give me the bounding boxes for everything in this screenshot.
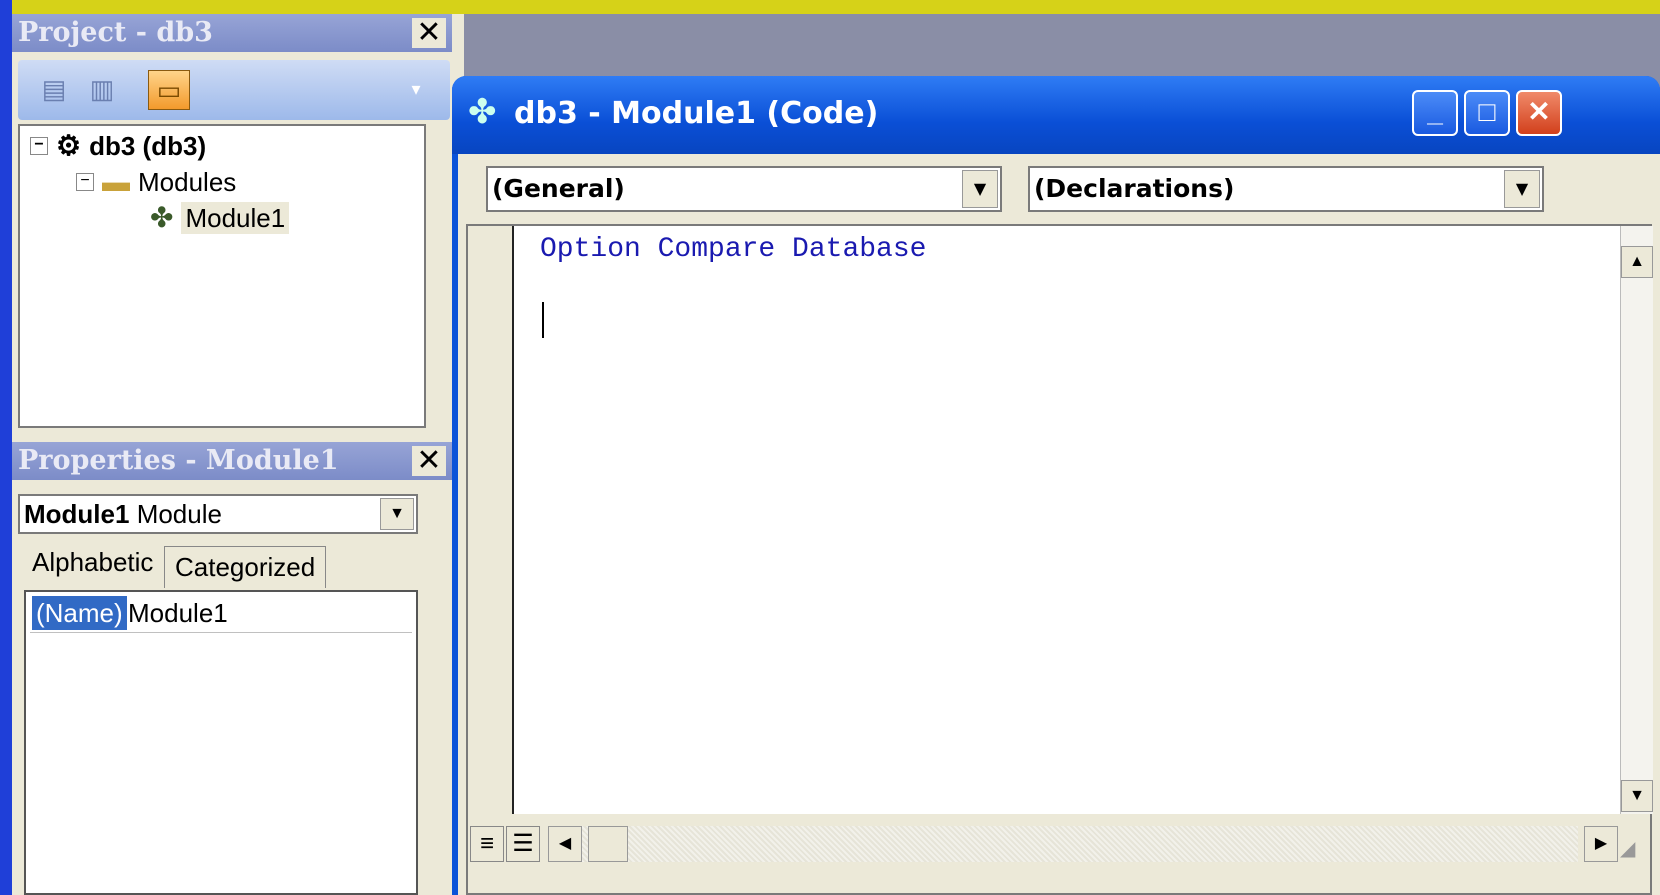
properties-grid: (Name) Module1 bbox=[24, 590, 418, 895]
view-code-button[interactable]: ▤ bbox=[34, 70, 74, 108]
property-value[interactable]: Module1 bbox=[124, 596, 228, 630]
tab-categorized[interactable]: Categorized bbox=[164, 546, 327, 588]
properties-panel-title: Properties - Module1 ✕ bbox=[12, 442, 452, 480]
properties-panel-title-text: Properties - Module1 bbox=[18, 445, 339, 476]
view-object-button[interactable]: ▥ bbox=[82, 70, 122, 108]
scroll-up-icon[interactable]: ▲ bbox=[1621, 246, 1653, 278]
tab-alphabetic[interactable]: Alphabetic bbox=[22, 542, 164, 588]
tree-node-modules[interactable]: − ▬ Modules bbox=[76, 166, 236, 198]
procedure-select-value: (Declarations) bbox=[1034, 174, 1235, 203]
tree-node-project[interactable]: − ⚙ db3 (db3) bbox=[30, 130, 206, 162]
chevron-down-icon[interactable]: ▼ bbox=[962, 170, 998, 208]
object-type: Module bbox=[136, 499, 222, 529]
project-panel-close-button[interactable]: ✕ bbox=[412, 18, 446, 48]
maximize-button[interactable]: □ bbox=[1464, 90, 1510, 136]
project-toolbar: ▤ ▥ ▭ ▾ bbox=[18, 60, 450, 120]
desktop-frame-top bbox=[0, 0, 1660, 14]
tree-node-module1[interactable]: ✤ Module1 bbox=[150, 202, 290, 234]
margin-indicator-bar[interactable] bbox=[468, 226, 514, 814]
project-panel-title: Project - db3 ✕ bbox=[12, 14, 452, 52]
toggle-folders-button[interactable]: ▭ bbox=[148, 70, 190, 110]
toolbar-overflow-icon[interactable]: ▾ bbox=[404, 70, 428, 108]
vba-project-icon: ⚙ bbox=[56, 130, 82, 161]
tree-node-modules-label: Modules bbox=[138, 167, 237, 197]
project-tree: − ⚙ db3 (db3) − ▬ Modules ✤ Module1 bbox=[18, 124, 426, 428]
chevron-down-icon[interactable]: ▼ bbox=[1504, 170, 1540, 208]
desktop-frame-left bbox=[0, 0, 12, 895]
module-icon: ✤ bbox=[468, 93, 497, 131]
code-window-titlebar[interactable]: ✤ db3 - Module1 (Code) _ □ ✕ bbox=[452, 76, 1660, 154]
properties-panel-close-button[interactable]: ✕ bbox=[412, 446, 446, 476]
object-select-value: (General) bbox=[492, 174, 625, 203]
vertical-scrollbar[interactable]: ▲ ▼ bbox=[1620, 226, 1653, 814]
close-button[interactable]: ✕ bbox=[1516, 90, 1562, 136]
editor-bottom-bar: ≡ ☰ ◀ ▶ ◢ bbox=[468, 814, 1650, 893]
collapse-icon[interactable]: − bbox=[76, 173, 94, 191]
properties-object-select[interactable]: Module1 Module ▼ bbox=[18, 494, 418, 534]
code-window-title: db3 - Module1 (Code) bbox=[514, 96, 879, 131]
object-name: Module1 bbox=[24, 499, 130, 529]
module-icon: ✤ bbox=[150, 202, 174, 233]
code-window-body: (General) ▼ (Declarations) ▼ Option Comp… bbox=[458, 154, 1660, 895]
text-caret bbox=[542, 302, 544, 338]
property-name[interactable]: (Name) bbox=[32, 596, 127, 630]
horizontal-scroll-thumb[interactable] bbox=[588, 826, 628, 862]
project-panel-title-text: Project - db3 bbox=[18, 17, 213, 48]
full-module-view-icon[interactable]: ☰ bbox=[506, 826, 540, 862]
tree-node-module1-label: Module1 bbox=[181, 202, 290, 234]
minimize-button[interactable]: _ bbox=[1412, 90, 1458, 136]
procedure-select[interactable]: (Declarations) ▼ bbox=[1028, 166, 1544, 212]
code-window: ✤ db3 - Module1 (Code) _ □ ✕ (General) ▼… bbox=[452, 76, 1660, 895]
code-line[interactable]: Option Compare Database bbox=[540, 234, 926, 265]
scroll-left-icon[interactable]: ◀ bbox=[548, 826, 582, 862]
procedure-view-icon[interactable]: ≡ bbox=[470, 826, 504, 862]
collapse-icon[interactable]: − bbox=[30, 137, 48, 155]
tree-node-project-label: db3 (db3) bbox=[89, 131, 207, 161]
grid-row-divider bbox=[30, 632, 412, 633]
horizontal-scrollbar[interactable] bbox=[548, 826, 1578, 862]
folder-icon: ▬ bbox=[102, 166, 130, 197]
scroll-right-icon[interactable]: ▶ bbox=[1584, 826, 1618, 862]
scroll-down-icon[interactable]: ▼ bbox=[1621, 780, 1653, 812]
code-editor[interactable]: Option Compare Database ▲ ▼ ≡ ☰ ◀ ▶ ◢ bbox=[466, 224, 1653, 895]
chevron-down-icon[interactable]: ▼ bbox=[380, 498, 414, 530]
resize-grip-icon[interactable]: ◢ bbox=[1620, 836, 1646, 862]
object-select[interactable]: (General) ▼ bbox=[486, 166, 1002, 212]
